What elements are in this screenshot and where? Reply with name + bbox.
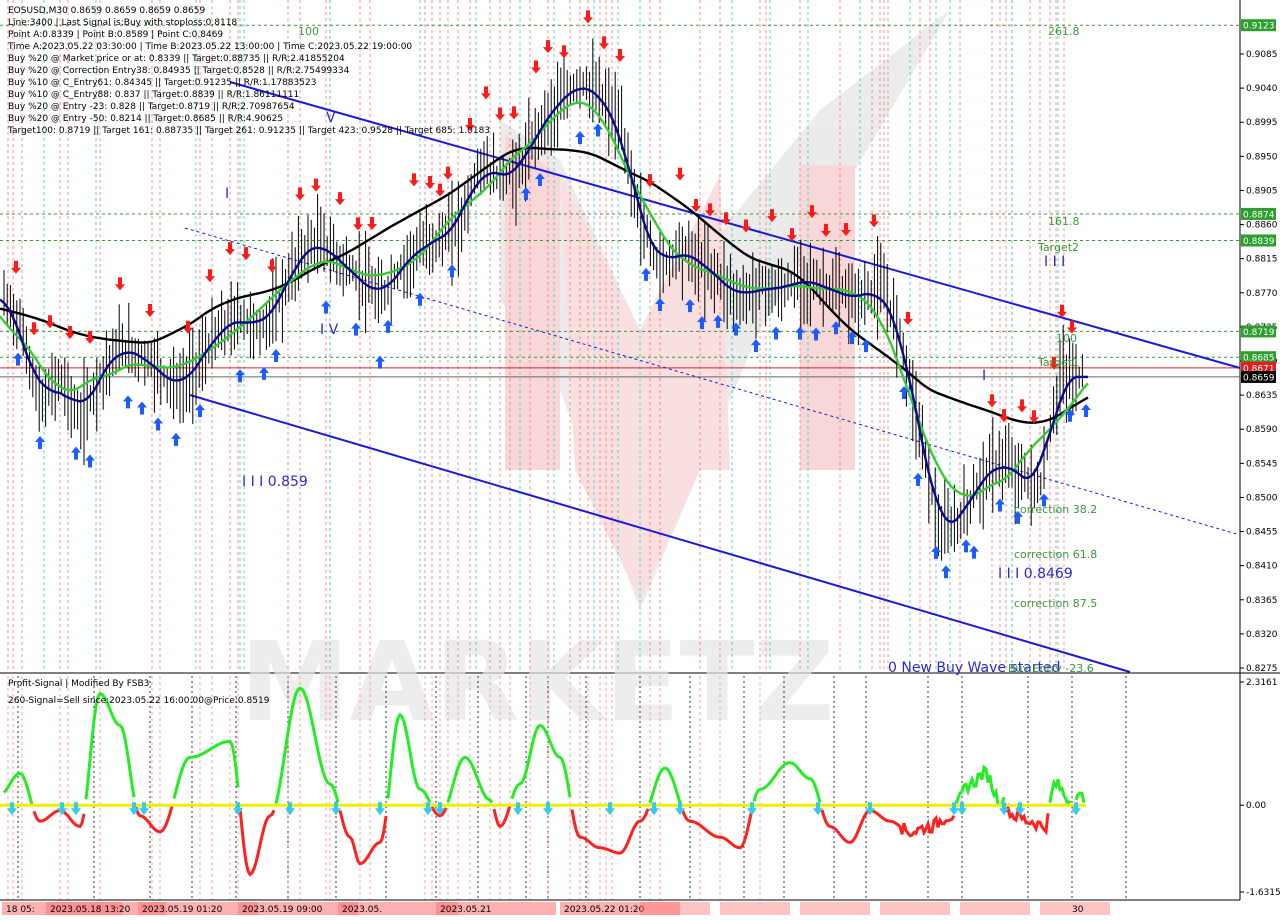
- wave-label: I I I 0.8469: [998, 566, 1073, 582]
- info-line: Buy %10 @ C_Entry61: 0.84345 || Target:0…: [8, 78, 316, 88]
- x-label-highlight: [880, 902, 950, 915]
- price-badge-label: 0.8719: [1243, 328, 1275, 338]
- price-badge-label: 0.9123: [1243, 22, 1275, 32]
- y-tick-label: 0.8590: [1246, 425, 1278, 435]
- y-tick-label: 0.8545: [1246, 459, 1278, 469]
- price-badge-label: 0.8839: [1243, 237, 1275, 247]
- x-label-highlight: [720, 902, 790, 915]
- chart-title: EOSUSD,M30 0.8659 0.8659 0.8659 0.8659: [8, 6, 205, 16]
- info-line: Buy %20 @ Entry -50: 0.8214 || Target:0.…: [8, 114, 283, 124]
- y-tick-label: 0.8770: [1246, 289, 1278, 299]
- indicator-tick-label: 0.00: [1246, 801, 1266, 811]
- wave-label: I: [225, 186, 229, 202]
- y-tick-label: 0.8815: [1246, 255, 1278, 265]
- y-tick-label: 0.8275: [1246, 664, 1278, 674]
- y-tick-label: 0.8995: [1246, 118, 1278, 128]
- indicator-tick-label: 2.3161: [1246, 678, 1278, 688]
- y-tick-label: 0.8635: [1246, 391, 1278, 401]
- x-axis-label: 2023.05.19 09:00: [242, 905, 323, 915]
- x-axis-label: 2023.05.: [342, 905, 382, 915]
- price-badge-label: 0.8874: [1243, 210, 1275, 220]
- level-label: 100: [298, 25, 319, 38]
- wave-label: I V: [320, 322, 339, 338]
- wave-label: I I I 0.859: [242, 474, 308, 490]
- x-label-highlight: [960, 902, 1030, 915]
- info-line: Time A:2023.05.22 03:30:00 | Time B:2023…: [7, 42, 412, 52]
- info-line: Buy %10 @ C_Entry88: 0.837 || Target:0.8…: [8, 90, 299, 100]
- y-tick-label: 0.8500: [1246, 493, 1278, 503]
- x-label-highlight: [640, 902, 710, 915]
- y-tick-label: 0.8365: [1246, 596, 1278, 606]
- x-axis-label: 2023.05.21: [440, 905, 492, 915]
- chart-canvas[interactable]: MARKETZ 100 261.8161.8Target2100Target1co…: [0, 0, 1280, 920]
- info-line: Target100: 0.8719 || Target 161: 0.88735…: [7, 126, 490, 136]
- x-axis-label: 2023.05.19 01:20: [142, 905, 223, 915]
- y-tick-label: 0.8410: [1246, 562, 1278, 572]
- x-axis-label: 2023.05.22 01:20: [564, 905, 645, 915]
- info-line: Buy %20 @ Market price or at: 0.8339 || …: [8, 54, 345, 64]
- x-axis-label: 18 05:: [6, 905, 35, 915]
- info-line: Point A:0.8339 | Point B:0.8589 | Point …: [8, 30, 223, 40]
- wave-label: I: [982, 368, 986, 384]
- info-line: Buy %20 @ Entry -23: 0.828 || Target:0.8…: [8, 102, 295, 112]
- x-axis-label: 2023.05.18 13:20: [50, 905, 131, 915]
- price-badge-label: 0.8659: [1243, 373, 1275, 383]
- y-tick-label: 0.8455: [1246, 528, 1278, 538]
- y-tick-label: 0.8905: [1246, 186, 1278, 196]
- y-tick-label: 0.8860: [1246, 221, 1278, 231]
- y-tick-label: 0.9040: [1246, 84, 1278, 94]
- chart-window: MARKETZ 100 261.8 161.8 Target2 100 Target1 co…: [0, 0, 1280, 920]
- info-line: Line:3400 | Last Signal is:Buy with stop…: [8, 18, 237, 28]
- info-line: Buy %20 @ Correction Entry38: 0.84935 ||…: [8, 66, 350, 76]
- target-label: Target2: [1037, 241, 1079, 254]
- entry-label: Buy Entry -23.6: [1008, 662, 1094, 675]
- y-tick-label: 0.8320: [1246, 630, 1278, 640]
- target-label: Target1: [1037, 356, 1079, 369]
- y-tick-label: 0.9085: [1246, 50, 1278, 60]
- correction-label: correction 38.2: [1014, 503, 1097, 516]
- indicator-tick-label: -1.6315: [1246, 888, 1280, 898]
- indicator-title: Profit-Signal | Modified By FSB3: [8, 679, 149, 689]
- indicator-subtitle: 260-Signal=Sell since:2023.05.22 16:00:0…: [8, 696, 270, 706]
- wave-label: V: [326, 110, 336, 126]
- x-axis: 18 05: 2023.05.18 13:20 2023.05.19 01:20 20…: [0, 899, 1280, 920]
- correction-label: correction 87.5: [1014, 597, 1097, 610]
- level-label: 161.8: [1048, 215, 1080, 228]
- x-axis-last-label: 30: [1072, 905, 1084, 915]
- x-label-highlight: [800, 902, 870, 915]
- wave-label: I I I: [1044, 254, 1065, 270]
- level-label: 100: [1056, 332, 1077, 345]
- y-tick-label: 0.8950: [1246, 152, 1278, 162]
- correction-label: correction 61.8: [1014, 548, 1097, 561]
- level-label: 261.8: [1048, 25, 1080, 38]
